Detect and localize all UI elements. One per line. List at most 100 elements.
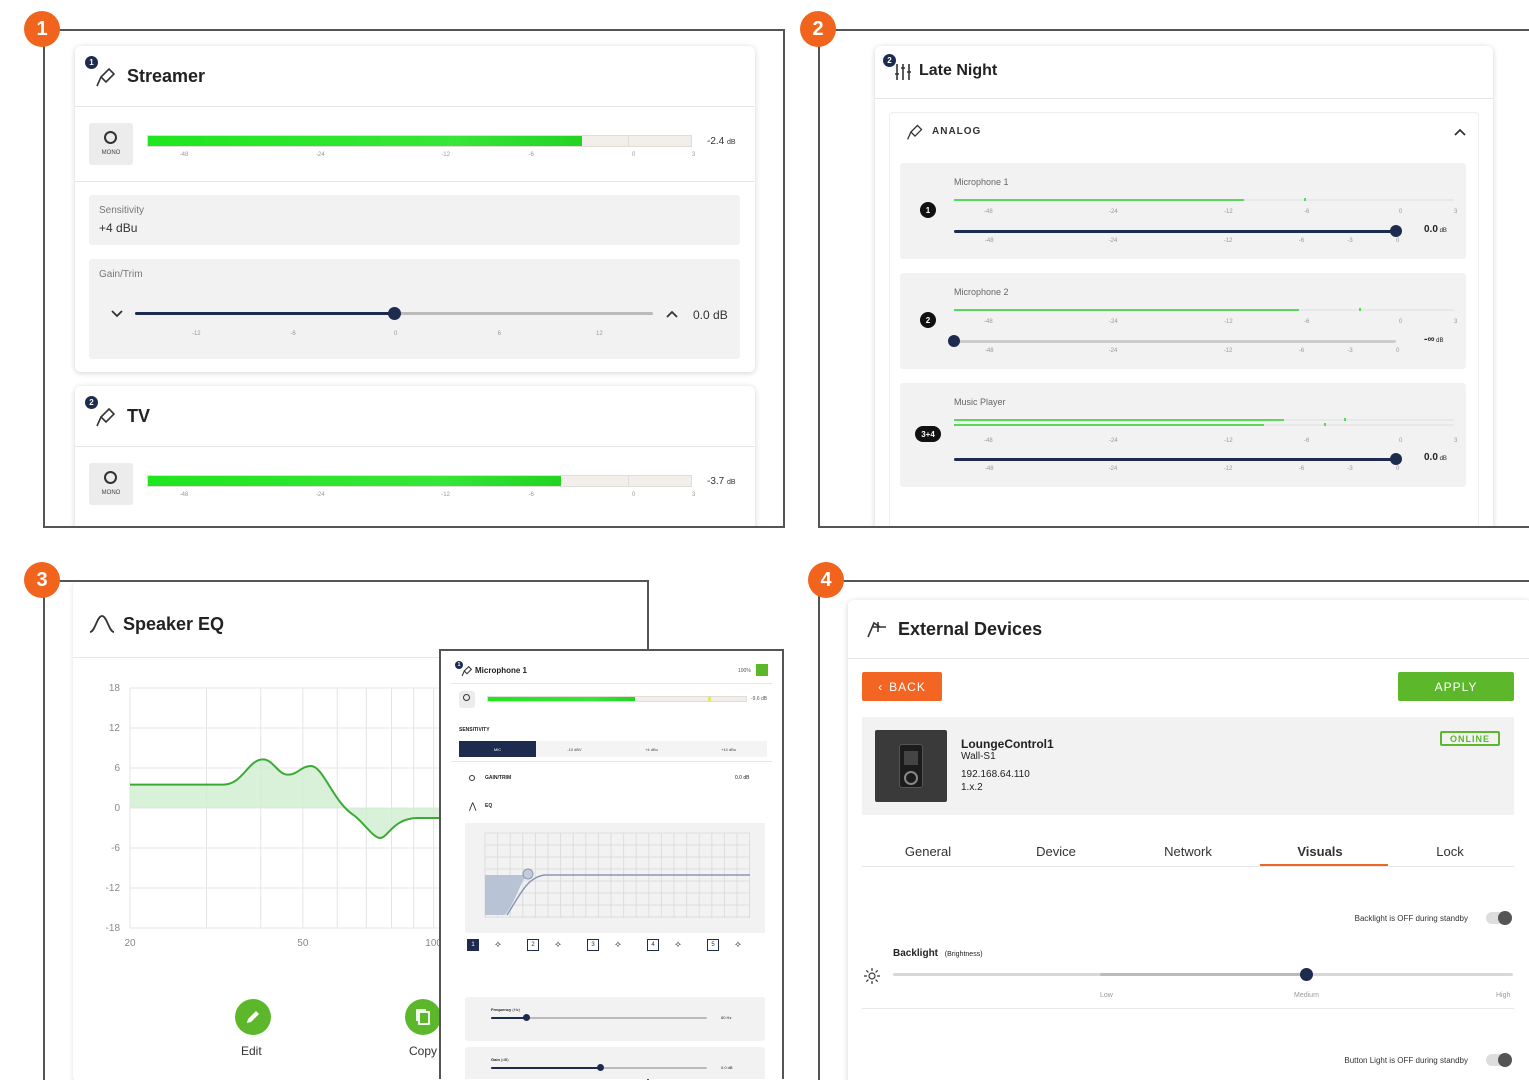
tab-network[interactable]: Network <box>1130 844 1246 859</box>
filter-shape-icon[interactable]: ⟡ <box>555 939 561 950</box>
eq-band-handle[interactable] <box>522 868 534 880</box>
gain-knob[interactable] <box>597 1064 604 1071</box>
peak-marker <box>1304 198 1306 201</box>
y-tick-label: -6 <box>111 843 120 854</box>
mono-button[interactable]: MONO <box>89 123 133 165</box>
edit-label: Edit <box>241 1044 262 1058</box>
fader-tick-label: 0 <box>1396 238 1400 244</box>
level-meter-fill <box>954 419 1284 421</box>
level-meter-fill <box>954 424 1264 426</box>
edit-button[interactable] <box>235 999 271 1035</box>
fader-tick-label: -48 <box>984 466 994 472</box>
brightness-slider-knob[interactable] <box>1300 968 1313 981</box>
gain-tick-label: -6 <box>290 331 296 337</box>
fader-knob[interactable] <box>948 335 960 347</box>
frequency-knob[interactable] <box>523 1014 530 1021</box>
channel-row: Music Player 3+4 -48 -24 -12 -6 0 3 -48 -24 -12 -6 -… <box>900 383 1466 487</box>
level-meter-fill <box>954 309 1299 311</box>
meter-tick-label: -12 <box>1224 438 1233 444</box>
tab-device[interactable]: Device <box>998 844 1114 859</box>
eq-band-button[interactable]: 1 <box>467 939 479 951</box>
y-tick-label: 18 <box>109 683 121 694</box>
peak-marker <box>1359 308 1361 311</box>
pencil-icon <box>247 1011 259 1023</box>
eq-band-button[interactable]: 5 <box>707 939 719 951</box>
external-devices-card: External Devices ‹ BACK APPLY LoungeContr… <box>848 600 1529 1080</box>
mono-button[interactable]: MONO <box>89 463 133 505</box>
channel-name: Microphone 2 <box>954 287 1009 297</box>
backlight-standby-toggle[interactable] <box>1486 911 1512 925</box>
chevron-up-icon[interactable] <box>1454 127 1466 137</box>
fader-tick-label: 0 <box>1396 348 1400 354</box>
fader-knob[interactable] <box>1390 453 1402 465</box>
fader-track[interactable] <box>954 340 1396 343</box>
fader-value: 0.0 dB <box>1424 452 1447 463</box>
analog-section: ANALOG Microphone 1 1 -48 -24 -12 -6 0 3 -48 -24 -… <box>889 112 1479 526</box>
sensitivity-option[interactable]: +4 dBu <box>613 741 690 757</box>
meter-tick-label: 0 <box>632 152 636 158</box>
fader-tick-label: -48 <box>984 348 994 354</box>
level-readout: -2.4 dB <box>707 136 736 147</box>
meter-tick-label: -12 <box>441 492 450 498</box>
meter-tick-label: -48 <box>984 319 993 325</box>
sensitivity-option[interactable]: MIC <box>459 741 536 757</box>
meter-tick-label: 3 <box>1454 438 1458 444</box>
chevron-left-icon: ‹ <box>878 679 884 694</box>
backlight-standby-label: Backlight is OFF during standby <box>1354 914 1468 923</box>
level-medium-label: Medium <box>1294 992 1319 999</box>
brightness-slider-fill <box>1100 973 1305 976</box>
copy-button[interactable] <box>405 999 441 1035</box>
inset-status-square[interactable] <box>756 664 768 676</box>
panel-4-frame: External Devices ‹ BACK APPLY LoungeContr… <box>818 580 1529 1080</box>
eq-band-button[interactable]: 4 <box>647 939 659 951</box>
step-badge-1: 1 <box>24 11 60 47</box>
chevron-down-icon[interactable] <box>111 309 123 319</box>
sensitivity-option[interactable]: +14 dBu <box>690 741 767 757</box>
gain-label: Gain/Trim <box>99 269 143 280</box>
meter-tick-label: -6 <box>1304 438 1310 444</box>
meter-tick-label: -48 <box>179 492 189 498</box>
tab-general[interactable]: General <box>870 844 986 859</box>
filter-shape-icon[interactable]: ⟡ <box>675 939 681 950</box>
button-light-toggle[interactable] <box>1486 1053 1512 1067</box>
mixer-sliders-icon <box>895 64 911 80</box>
eq-band-button[interactable]: 2 <box>527 939 539 951</box>
section-label: ANALOG <box>932 126 982 137</box>
panel-1-frame: 1 Streamer MONO -48 -24 -12 -6 0 3 -2.4 dB Se… <box>43 29 785 528</box>
back-button[interactable]: ‹ BACK <box>862 672 942 701</box>
inset-eq-chart[interactable] <box>465 823 765 933</box>
chevron-up-icon[interactable] <box>666 309 678 319</box>
filter-shape-icon[interactable]: ⟡ <box>615 939 621 950</box>
fader-tick-label: -48 <box>984 238 994 244</box>
eq-icon: ⋀ <box>469 801 477 811</box>
apply-button[interactable]: APPLY <box>1398 672 1514 701</box>
backlight-sub-label: (Brightness) <box>944 951 983 958</box>
sensitivity-option[interactable]: -10 dBV <box>536 741 613 757</box>
microphone-icon <box>907 124 923 140</box>
meter-tick-label: 0 <box>1399 209 1403 215</box>
gain-icon <box>469 775 475 781</box>
filter-shape-icon[interactable]: ⟡ <box>735 939 741 950</box>
eq-band-button[interactable]: 3 <box>587 939 599 951</box>
meter-tick-label: -24 <box>1109 319 1118 325</box>
panel-2-frame: 2 Late Night ANALOG Microphone 1 1 -48 -24 -… <box>818 29 1529 528</box>
fader-value: -∞ dB <box>1424 334 1444 345</box>
gain-tick-label: 0 <box>394 331 398 337</box>
sensitivity-panel[interactable]: Sensitivity +4 dBu <box>89 195 740 245</box>
inset-eq-label: EQ <box>485 803 493 809</box>
inset-frequency-panel: Frequency (Hz) 80 Hz <box>465 997 765 1041</box>
filter-shape-icon[interactable]: ⟡ <box>495 939 501 950</box>
gain-slider-knob[interactable] <box>388 307 401 320</box>
y-tick-label: -18 <box>106 923 121 934</box>
fader-knob[interactable] <box>1390 225 1402 237</box>
tab-visuals[interactable]: Visuals <box>1262 844 1378 859</box>
meter-tick-label: -12 <box>1224 319 1233 325</box>
copy-icon <box>416 1009 430 1025</box>
preset-title: Late Night <box>919 62 998 79</box>
tab-lock[interactable]: Lock <box>1392 844 1508 859</box>
gain-tick-label: 6 <box>497 331 501 337</box>
sun-icon <box>864 968 880 984</box>
mono-label: MONO <box>101 490 121 496</box>
frequency-value: 80 Hz <box>721 1015 732 1020</box>
fader-tick-label: -12 <box>1223 466 1233 472</box>
